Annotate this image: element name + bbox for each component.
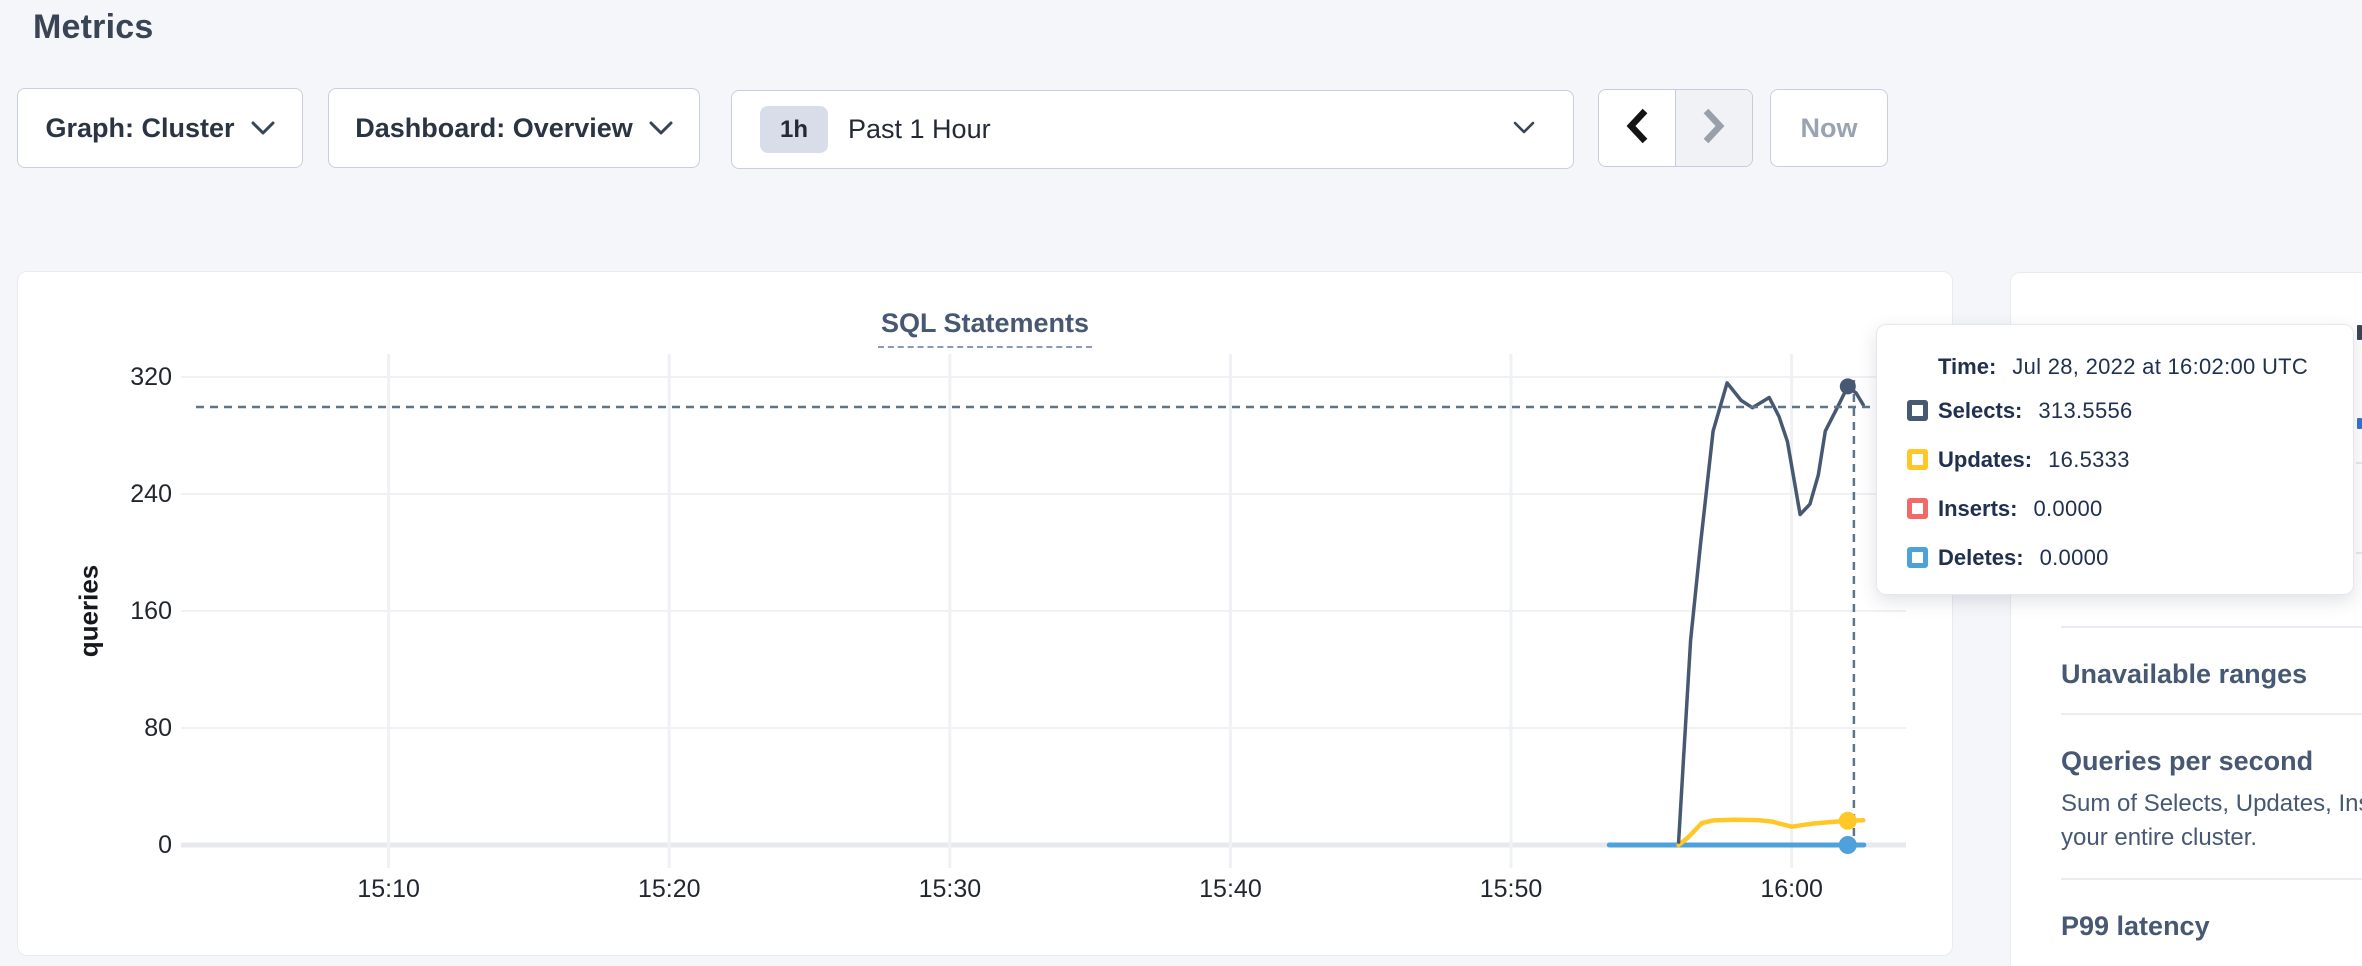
- y-tick-label: 0: [112, 832, 172, 858]
- glossary-section: P99 latency: [2061, 878, 2362, 965]
- tooltip-series-value: 0.0000: [2040, 545, 2109, 571]
- y-tick-label: 80: [112, 715, 172, 741]
- glossary-section: Unavailable ranges: [2061, 626, 2362, 713]
- x-tick-label: 15:10: [319, 875, 459, 904]
- time-pager: [1598, 89, 1753, 167]
- chevron-left-icon: [1624, 107, 1650, 150]
- tooltip-series-rows: Selects: 313.5556Updates: 16.5333 Inserts: 0…: [1907, 387, 2353, 581]
- tooltip-series-label: Updates:: [1938, 447, 2032, 473]
- obscured-link-fragment: [2357, 418, 2362, 429]
- tooltip-row: Inserts: 0.0000: [1907, 485, 2353, 532]
- dashboard-dropdown[interactable]: Dashboard: Overview: [328, 88, 700, 168]
- chevron-down-icon: [1513, 121, 1535, 139]
- tooltip-time-row: Time: Jul 28, 2022 at 16:02:00 UTC: [1938, 349, 2353, 385]
- tooltip-time-label: Time:: [1938, 354, 1996, 380]
- tooltip-series-label: Selects:: [1938, 398, 2022, 424]
- x-tick-label: 15:50: [1441, 875, 1581, 904]
- next-interval-button[interactable]: [1676, 90, 1752, 166]
- x-tick-label: 15:30: [880, 875, 1020, 904]
- glossary-section-title: Queries per second: [2061, 746, 2362, 777]
- glossary-section-description: Sum of Selects, Updates, Inser: [2061, 787, 2362, 821]
- sql-statements-card: SQL Statements queries 080160240320 15:1…: [17, 271, 1953, 956]
- chevron-down-icon: [649, 121, 673, 135]
- y-tick-label: 240: [112, 481, 172, 507]
- obscured-text-fragment: [2357, 325, 2362, 340]
- glossary-sections: Unavailable ranges Queries per second Sum …: [2061, 626, 2362, 965]
- y-tick-label: 160: [112, 598, 172, 624]
- tooltip-series-label: Inserts:: [1938, 496, 2017, 522]
- glossary-section-description: your entire cluster.: [2061, 821, 2362, 855]
- series-swatch-icon: [1907, 498, 1928, 519]
- glossary-section-title: Unavailable ranges: [2061, 659, 2362, 690]
- tooltip-row: Selects: 313.5556: [1907, 387, 2353, 434]
- prev-interval-button[interactable]: [1599, 90, 1676, 166]
- obscured-divider-fragment: [2356, 462, 2362, 464]
- y-tick-label: 320: [112, 364, 172, 390]
- chevron-right-icon: [1701, 107, 1727, 150]
- time-range-label: Past 1 Hour: [848, 114, 991, 145]
- tooltip-series-label: Deletes:: [1938, 545, 2024, 571]
- sql-statements-chart[interactable]: [18, 272, 1954, 957]
- tooltip-row: Updates: 16.5333: [1907, 436, 2353, 483]
- graph-scope-label: Graph: Cluster: [45, 113, 234, 144]
- now-button[interactable]: Now: [1770, 89, 1888, 167]
- dashboard-label: Dashboard: Overview: [355, 113, 633, 144]
- tooltip-series-value: 16.5333: [2048, 447, 2130, 473]
- tooltip-time-value: Jul 28, 2022 at 16:02:00 UTC: [2012, 354, 2308, 380]
- x-tick-label: 15:40: [1160, 875, 1300, 904]
- series-swatch-icon: [1907, 449, 1928, 470]
- x-tick-label: 15:20: [599, 875, 739, 904]
- chevron-down-icon: [251, 121, 275, 135]
- page-title: Metrics: [33, 8, 153, 47]
- graph-scope-dropdown[interactable]: Graph: Cluster: [17, 88, 303, 168]
- chart-hover-tooltip: Time: Jul 28, 2022 at 16:02:00 UTC Selec…: [1876, 324, 2354, 595]
- tooltip-series-value: 313.5556: [2038, 398, 2132, 424]
- glossary-section-title: P99 latency: [2061, 911, 2362, 942]
- glossary-section: Queries per second Sum of Selects, Update…: [2061, 713, 2362, 878]
- now-button-label: Now: [1801, 113, 1858, 144]
- x-tick-label: 16:00: [1722, 875, 1862, 904]
- time-range-badge: 1h: [760, 106, 828, 153]
- time-range-picker[interactable]: 1h Past 1 Hour: [731, 90, 1574, 169]
- tooltip-series-value: 0.0000: [2033, 496, 2102, 522]
- series-swatch-icon: [1907, 547, 1928, 568]
- series-swatch-icon: [1907, 400, 1928, 421]
- obscured-divider-fragment: [2356, 552, 2362, 554]
- tooltip-row: Deletes: 0.0000: [1907, 534, 2353, 581]
